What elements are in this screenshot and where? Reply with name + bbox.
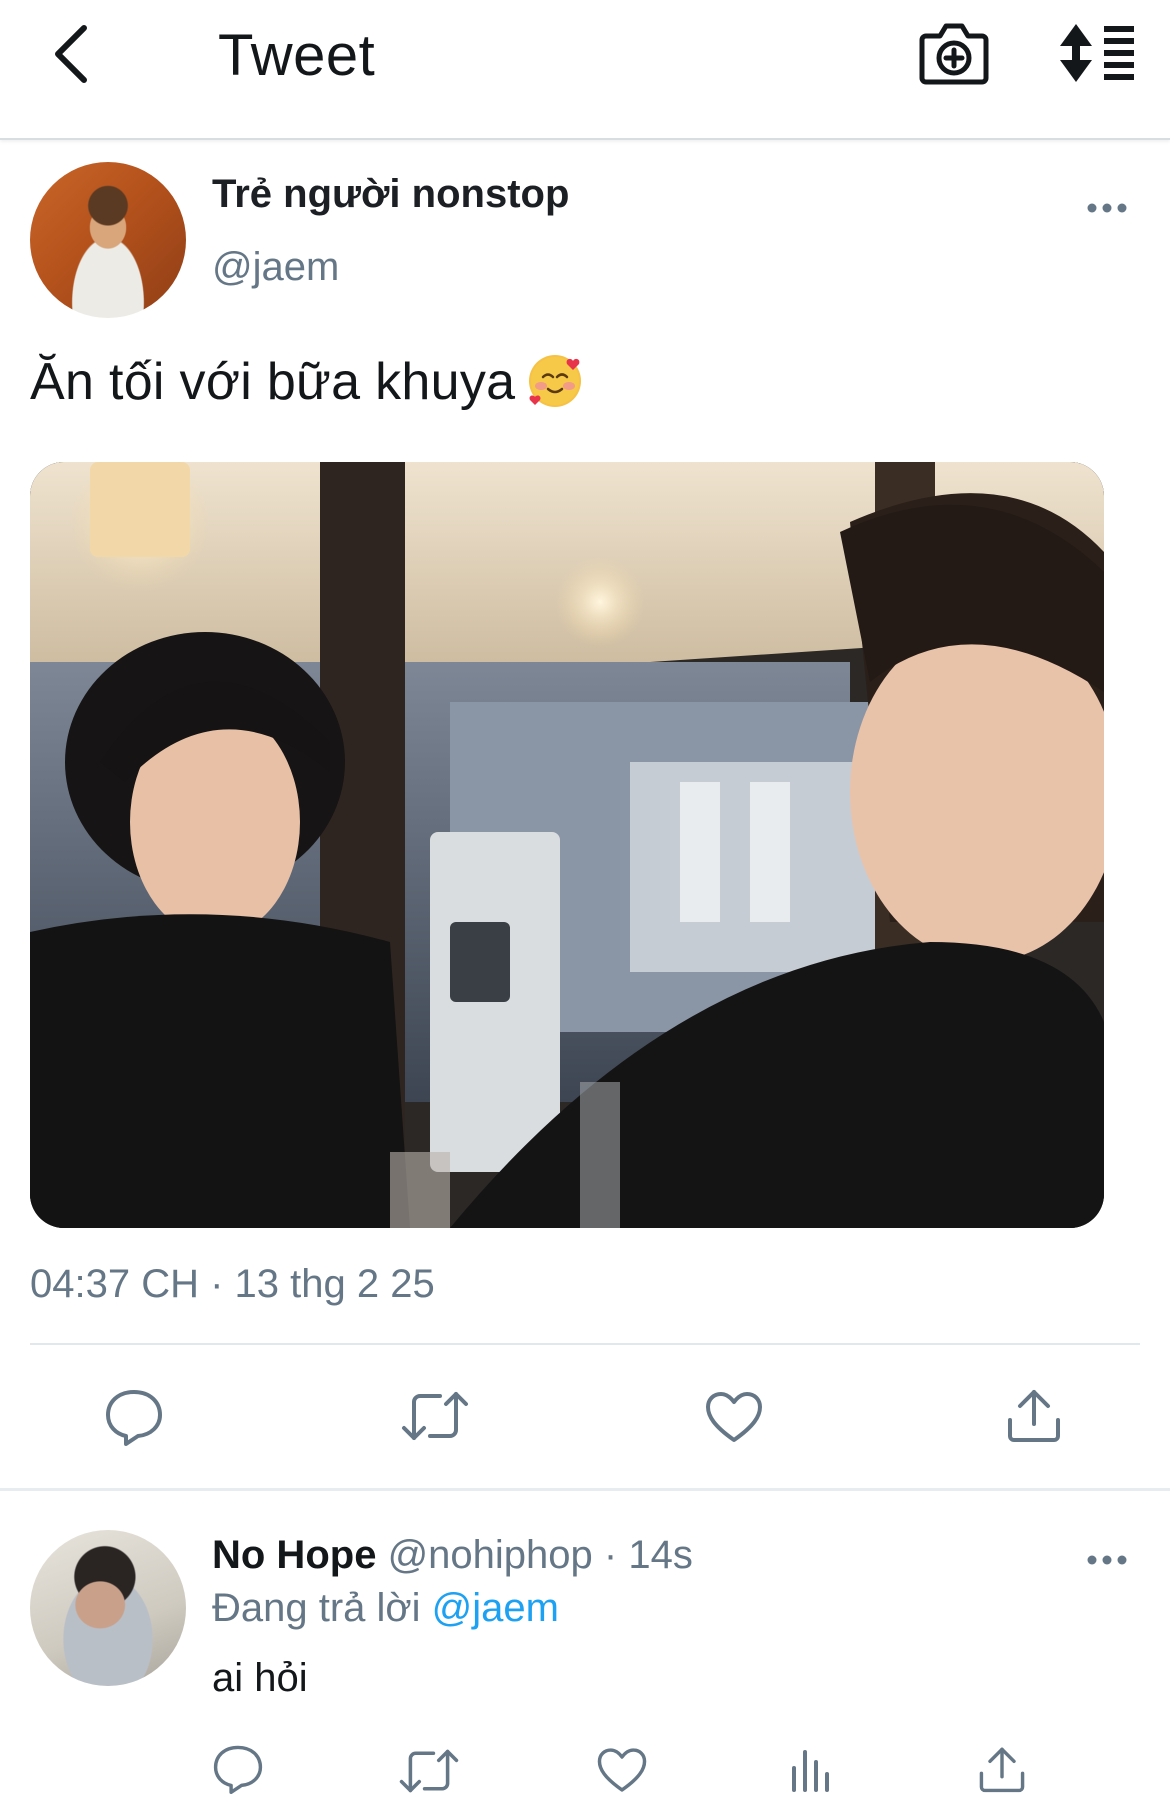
author-avatar[interactable] (30, 162, 186, 318)
retweet-button[interactable] (400, 1388, 470, 1449)
reply-text: ai hỏi (212, 1656, 308, 1700)
reply-like-button[interactable] (596, 1746, 648, 1799)
tweet-body: Ăn tối với bữa khuya (30, 353, 516, 411)
separator-dot: · (603, 1533, 618, 1577)
tweet-photo[interactable] (30, 462, 1104, 1228)
page-title: Tweet (218, 23, 376, 88)
sort-list-icon (1060, 24, 1134, 82)
reply-header: No Hope @nohiphop · 14s (212, 1533, 693, 1578)
top-bar (0, 0, 1170, 140)
analytics-icon (792, 1750, 829, 1792)
reply-button[interactable] (104, 1388, 164, 1451)
reply-reply-button[interactable] (212, 1744, 264, 1799)
camera-plus-icon (919, 23, 989, 85)
reply-icon (106, 1390, 162, 1446)
chevron-left-icon (55, 25, 87, 83)
tweet-text: Ăn tối với bữa khuya (30, 352, 582, 412)
like-button[interactable] (704, 1390, 764, 1449)
like-icon (706, 1392, 762, 1442)
replying-to-link[interactable]: @jaem (432, 1586, 559, 1630)
back-button[interactable] (40, 22, 100, 86)
camera-button[interactable] (918, 20, 990, 88)
reply-author-handle[interactable]: @nohiphop (388, 1533, 593, 1577)
share-icon (979, 1747, 1025, 1793)
like-icon (597, 1748, 647, 1792)
share-icon (1008, 1390, 1060, 1442)
reply-analytics-button[interactable] (790, 1746, 834, 1799)
photo-image (30, 462, 1104, 1228)
author-name[interactable]: Trẻ người nonstop (212, 172, 569, 217)
reply-more-options-button[interactable] (1085, 1548, 1129, 1572)
share-button[interactable] (1006, 1386, 1062, 1449)
retweet-icon (402, 1392, 468, 1440)
reply-author-avatar[interactable] (30, 1530, 186, 1686)
more-horizontal-icon (1087, 203, 1127, 213)
reply-retweet-button[interactable] (398, 1746, 460, 1801)
replying-to-line: Đang trả lời @jaem (212, 1586, 559, 1631)
reply-time: 14s (628, 1533, 693, 1577)
divider (30, 1343, 1140, 1345)
more-options-button[interactable] (1085, 196, 1129, 220)
replying-label: Đang trả lời (212, 1586, 421, 1630)
sort-button[interactable] (1058, 22, 1138, 84)
section-divider (0, 1488, 1170, 1491)
reply-icon (213, 1745, 263, 1794)
smiling-face-with-hearts-icon (529, 355, 582, 407)
reply-author-name[interactable]: No Hope (212, 1533, 376, 1577)
retweet-icon (399, 1749, 459, 1793)
more-horizontal-icon (1087, 1555, 1127, 1565)
author-handle[interactable]: @jaem (212, 245, 339, 290)
tweet-timestamp[interactable]: 04:37 CH · 13 thg 2 25 (30, 1262, 435, 1307)
reply-share-button[interactable] (978, 1744, 1026, 1799)
